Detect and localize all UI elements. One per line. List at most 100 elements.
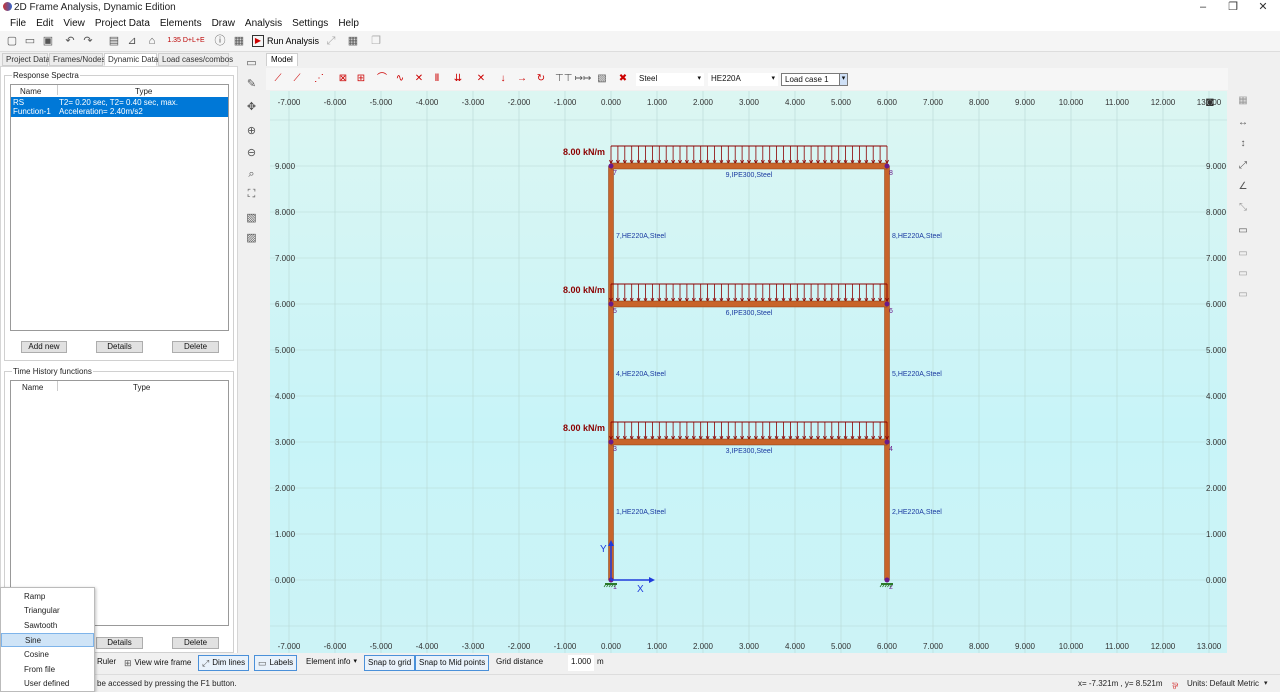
menu-item-cosine[interactable]: Cosine bbox=[1, 648, 94, 662]
units-dropdown[interactable]: Units: Default Metric bbox=[1187, 679, 1259, 688]
add-note-icon[interactable]: ▭ bbox=[1236, 225, 1250, 239]
table-row[interactable]: RS Function-1 T2= 0.20 sec, T2= 0.40 sec… bbox=[11, 97, 228, 117]
support-pinned-icon[interactable]: ⊞ bbox=[354, 72, 368, 86]
copy-icon[interactable]: ❐ bbox=[368, 33, 384, 49]
distributed-load-icon[interactable]: ⇊ bbox=[449, 72, 467, 86]
section-icon[interactable]: Ⅱ bbox=[431, 72, 443, 86]
select-icon[interactable]: ▭ bbox=[244, 56, 259, 71]
rs-delete-button[interactable]: Delete bbox=[172, 341, 219, 353]
add-new-button[interactable]: Add new bbox=[21, 341, 67, 353]
aligned-dim-icon[interactable]: ⤢ bbox=[1236, 160, 1250, 174]
tab-load-cases[interactable]: Load cases/combos bbox=[158, 53, 233, 66]
menu-item-user-defined[interactable]: User defined bbox=[1, 677, 94, 691]
pan-icon[interactable]: ✥ bbox=[244, 100, 259, 115]
ruler-button[interactable]: Ruler bbox=[94, 655, 120, 671]
maximize-button[interactable]: ❐ bbox=[1218, 0, 1248, 15]
rs-details-button[interactable]: Details bbox=[96, 341, 143, 353]
minimize-button[interactable]: – bbox=[1188, 0, 1218, 15]
export-dxf-icon[interactable]: ▨ bbox=[244, 231, 259, 246]
menu-item-from-file[interactable]: From file bbox=[1, 663, 94, 677]
note-delete-icon[interactable]: ▭ bbox=[1236, 289, 1250, 303]
menu-analysis[interactable]: Analysis bbox=[240, 16, 287, 31]
menu-project-data[interactable]: Project Data bbox=[90, 16, 155, 31]
note-move-icon[interactable]: ▭ bbox=[1236, 268, 1250, 282]
draw-continuous-icon[interactable]: ⟋ bbox=[288, 72, 306, 86]
zoom-in-icon[interactable]: ⊕ bbox=[244, 124, 259, 139]
edit-icon[interactable]: ✎ bbox=[244, 77, 259, 92]
temperature-icon[interactable]: ▧ bbox=[595, 72, 609, 86]
release-icon[interactable]: ✕ bbox=[411, 72, 427, 86]
menu-draw[interactable]: Draw bbox=[207, 16, 240, 31]
zoom-extents-icon[interactable]: ⛶ bbox=[244, 188, 259, 203]
vertical-dim-icon[interactable]: ↕ bbox=[1236, 138, 1250, 152]
dim-settings-icon[interactable]: ⤡ bbox=[1236, 202, 1250, 216]
chart-icon[interactable]: ⊿ bbox=[124, 33, 140, 49]
menu-elements[interactable]: Elements bbox=[155, 16, 207, 31]
delete-load-icon[interactable]: ✕ bbox=[474, 72, 488, 86]
diagram-icon[interactable]: ⤢ bbox=[323, 33, 339, 49]
hinge-icon[interactable]: ⌒ bbox=[374, 72, 390, 86]
support-fixed-icon[interactable]: ⊠ bbox=[336, 72, 350, 86]
table-icon[interactable]: ▦ bbox=[345, 33, 361, 49]
open-folder-icon[interactable]: ▭ bbox=[22, 33, 38, 49]
draw-member-icon[interactable]: ⟋ bbox=[270, 72, 286, 86]
moment-icon[interactable]: ↻ bbox=[534, 72, 548, 86]
snap-to-mid-button[interactable]: Snap to Mid points bbox=[415, 655, 490, 671]
report-icon[interactable]: ▤ bbox=[106, 33, 122, 49]
menu-item-ramp[interactable]: Ramp bbox=[1, 590, 94, 604]
frame-icon[interactable]: ⌂ bbox=[144, 33, 160, 49]
export-image-icon[interactable]: ▧ bbox=[244, 211, 259, 226]
menu-settings[interactable]: Settings bbox=[287, 16, 333, 31]
menu-file[interactable]: File bbox=[5, 16, 31, 31]
new-file-icon[interactable]: ▢ bbox=[4, 33, 20, 49]
load-factors-icon[interactable]: 1.35 D+L+E bbox=[165, 33, 207, 49]
info-icon[interactable]: ⓘ bbox=[212, 33, 228, 49]
menu-item-sawtooth[interactable]: Sawtooth bbox=[1, 619, 94, 633]
labels-button[interactable]: ▭ Labels bbox=[254, 655, 298, 671]
draw-dropdown-icon[interactable]: ⋰ bbox=[308, 72, 330, 86]
axial-load-icon[interactable]: → bbox=[514, 72, 530, 86]
close-button[interactable]: ✕ bbox=[1248, 0, 1278, 15]
section-select[interactable]: HE220A ▾ bbox=[708, 73, 778, 86]
horizontal-dim-icon[interactable]: ↔ bbox=[1236, 117, 1250, 131]
frame-drawing[interactable]: -7.000 -7.000 -6.000 -6.000 -5.000 -5.000 -4.0… bbox=[270, 91, 1227, 653]
zoom-window-icon[interactable]: ⌕ bbox=[244, 168, 259, 183]
tab-dynamic-data[interactable]: Dynamic Data bbox=[104, 53, 158, 66]
run-analysis-button[interactable]: ▶ Run Analysis bbox=[252, 33, 319, 49]
menu-view[interactable]: View bbox=[58, 16, 90, 31]
redo-icon[interactable]: ↷ bbox=[80, 33, 96, 49]
menu-item-sine[interactable]: Sine bbox=[1, 633, 94, 647]
th-details-button[interactable]: Details bbox=[96, 637, 143, 649]
response-spectra-list[interactable] bbox=[10, 84, 229, 331]
wire-frame-button[interactable]: ⊞ View wire frame bbox=[121, 655, 195, 671]
dim-lines-button[interactable]: ⤢ Dim lines bbox=[198, 655, 250, 671]
tab-model[interactable]: Model bbox=[266, 53, 298, 66]
tab-project-data[interactable]: Project Data bbox=[2, 53, 50, 66]
undo-icon[interactable]: ↶ bbox=[62, 33, 78, 49]
beam-label: 3,IPE300,Steel bbox=[726, 448, 773, 455]
zoom-out-icon[interactable]: ⊖ bbox=[244, 146, 259, 161]
delete-all-icon[interactable]: ▦ bbox=[1236, 95, 1250, 109]
camera-icon[interactable]: ◙ bbox=[1206, 94, 1214, 109]
menu-item-triangular[interactable]: Triangular bbox=[1, 604, 94, 618]
point-load-icon[interactable]: ↓ bbox=[498, 72, 508, 86]
material-select[interactable]: Steel ▾ bbox=[636, 73, 704, 86]
menu-edit[interactable]: Edit bbox=[31, 16, 58, 31]
angle-dim-icon[interactable]: ∠ bbox=[1236, 181, 1250, 195]
snap-to-grid-button[interactable]: Snap to grid bbox=[364, 655, 416, 671]
pdf-icon[interactable]: ▦ bbox=[231, 33, 247, 49]
spring-icon[interactable]: ∿ bbox=[393, 72, 407, 86]
delete-icon[interactable]: ✖ bbox=[617, 72, 629, 86]
node-loads-icon[interactable]: ↦↦ bbox=[574, 72, 592, 86]
load-case-select[interactable]: Load case 1 ▾ bbox=[781, 73, 848, 86]
grid-distance-input[interactable]: 1.000 bbox=[568, 655, 596, 671]
element-info-dropdown[interactable]: Element info ▾ bbox=[303, 655, 360, 671]
model-canvas[interactable]: -7.000 -7.000 -6.000 -6.000 -5.000 -5.000 -4.0… bbox=[270, 91, 1227, 653]
note-edit-icon[interactable]: ▭ bbox=[1236, 248, 1250, 262]
member-loads-icon[interactable]: ⊤⊤ bbox=[555, 72, 572, 86]
menu-help[interactable]: Help bbox=[333, 16, 364, 31]
th-delete-button[interactable]: Delete bbox=[172, 637, 219, 649]
save-icon[interactable]: ▣ bbox=[40, 33, 56, 49]
tab-frames-nodes[interactable]: Frames/Nodes bbox=[49, 53, 105, 66]
column-member bbox=[884, 165, 890, 305]
